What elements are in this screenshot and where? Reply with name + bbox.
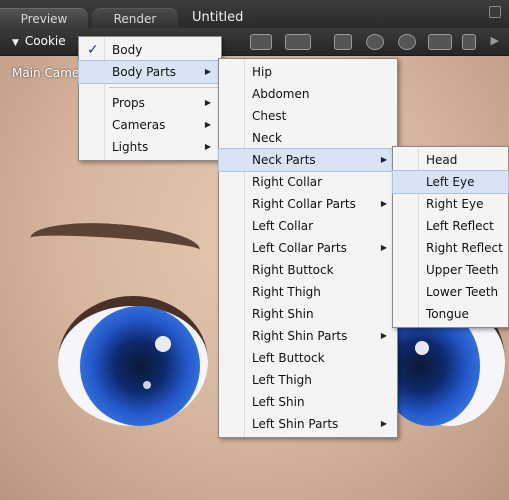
menu-item-label: Upper Teeth [426,263,499,277]
menu-item-left-shin[interactable]: Left Shin [219,391,397,413]
menu-item-label: Chest [252,109,287,123]
menu-item-label: Left Eye [426,175,475,189]
figure-select-menu: ✓ Body Body Parts ▶ Props ▶ Cameras ▶ Li… [78,36,222,161]
menu-item-left-eye[interactable]: Left Eye [392,170,509,194]
menu-item-left-shin-parts[interactable]: Left Shin Parts ▶ [219,413,397,435]
menu-item-body[interactable]: ✓ Body [79,39,221,61]
document-title: Untitled [192,10,244,25]
menu-item-left-reflect[interactable]: Left Reflect [393,215,508,237]
menu-item-label: Lights [112,140,149,154]
dropdown-arrow-icon: ▼ [12,38,19,48]
menu-item-left-collar-parts[interactable]: Left Collar Parts ▶ [219,237,397,259]
character-left-iris [80,306,200,426]
menu-item-left-collar[interactable]: Left Collar [219,215,397,237]
menu-item-label: Left Thigh [252,373,312,387]
menu-item-label: Left Shin [252,395,305,409]
move-z-icon[interactable] [462,34,476,50]
trackball-icon[interactable] [398,34,416,50]
menu-item-cameras[interactable]: Cameras ▶ [79,114,221,136]
camera-selector-label: Cookie [24,34,66,48]
checkmark-icon: ✓ [87,42,99,58]
menu-item-label: Right Collar Parts [252,197,356,211]
menu-item-neck[interactable]: Neck [219,127,397,149]
menu-item-chest[interactable]: Chest [219,105,397,127]
camera-switch-icon[interactable] [285,34,311,50]
menu-item-tongue[interactable]: Tongue [393,303,508,325]
camera-selector[interactable]: ▼ Cookie [12,34,66,48]
menu-item-label: Body Parts [112,65,177,79]
menu-separator [109,87,218,88]
submenu-arrow-icon: ▶ [204,67,211,76]
viewport-toolbar: ▼ Cookie ▶ [0,28,509,56]
eye-highlight-right [415,341,429,355]
menu-item-right-collar-parts[interactable]: Right Collar Parts ▶ [219,193,397,215]
menu-item-label: Neck Parts [252,153,316,167]
menu-item-right-reflect[interactable]: Right Reflect [393,237,508,259]
eye-highlight-small [143,381,151,389]
submenu-arrow-icon: ▶ [380,243,387,252]
menu-item-upper-teeth[interactable]: Upper Teeth [393,259,508,281]
menu-item-label: Tongue [426,307,469,321]
menu-item-abdomen[interactable]: Abdomen [219,83,397,105]
menu-item-right-buttock[interactable]: Right Buttock [219,259,397,281]
tab-render[interactable]: Render [92,8,178,28]
body-parts-menu: Hip Abdomen Chest Neck Neck Parts ▶ Right Coll… [218,58,398,438]
menu-item-label: Hip [252,65,272,79]
submenu-arrow-icon: ▶ [204,120,211,129]
tab-bar: Preview Render Untitled [0,0,509,28]
menu-item-neck-parts[interactable]: Neck Parts ▶ [218,148,398,172]
menu-item-right-shin[interactable]: Right Shin [219,303,397,325]
menu-item-label: Left Collar [252,219,314,233]
menu-item-label: Right Reflect [426,241,503,255]
submenu-arrow-icon: ▶ [204,142,211,151]
neck-parts-menu: Head Left Eye Right Eye Left Reflect Right R… [392,146,509,328]
move-xy-icon[interactable] [428,34,452,50]
window-maximize-icon[interactable] [489,6,501,18]
submenu-arrow-icon: ▶ [380,331,387,340]
camera-icon[interactable] [250,34,272,50]
menu-item-label: Abdomen [252,87,310,101]
menu-item-label: Right Eye [426,197,484,211]
menu-item-label: Left Reflect [426,219,494,233]
menu-item-label: Head [426,153,458,167]
menu-item-label: Left Shin Parts [252,417,339,431]
menu-item-lower-teeth[interactable]: Lower Teeth [393,281,508,303]
menu-item-label: Cameras [112,118,166,132]
menu-item-hip[interactable]: Hip [219,61,397,83]
menu-item-body-parts[interactable]: Body Parts ▶ [78,60,222,84]
menu-item-label: Right Shin [252,307,314,321]
menu-item-label: Right Thigh [252,285,321,299]
menu-item-right-thigh[interactable]: Right Thigh [219,281,397,303]
menu-item-label: Right Collar [252,175,323,189]
menu-item-label: Left Collar Parts [252,241,347,255]
menu-item-head[interactable]: Head [393,149,508,171]
tab-preview[interactable]: Preview [0,8,88,28]
menu-item-label: Props [112,96,145,110]
camera-view-icon[interactable] [334,34,352,50]
menu-item-label: Right Buttock [252,263,334,277]
menu-item-left-buttock[interactable]: Left Buttock [219,347,397,369]
menu-item-label: Right Shin Parts [252,329,348,343]
submenu-arrow-icon: ▶ [204,98,211,107]
menu-item-right-shin-parts[interactable]: Right Shin Parts ▶ [219,325,397,347]
menu-item-left-thigh[interactable]: Left Thigh [219,369,397,391]
submenu-arrow-icon: ▶ [380,155,387,164]
menu-item-right-collar[interactable]: Right Collar [219,171,397,193]
menu-item-label: Left Buttock [252,351,325,365]
menu-item-right-eye[interactable]: Right Eye [393,193,508,215]
eye-highlight [155,336,171,352]
menu-item-label: Body [112,43,143,57]
submenu-arrow-icon: ▶ [380,199,387,208]
toolbar-more-icon[interactable]: ▶ [491,34,499,47]
menu-item-props[interactable]: Props ▶ [79,92,221,114]
menu-item-label: Lower Teeth [426,285,499,299]
submenu-arrow-icon: ▶ [380,419,387,428]
menu-item-label: Neck [252,131,282,145]
character-eyebrow [28,218,202,270]
rotate-icon[interactable] [366,34,384,50]
menu-item-lights[interactable]: Lights ▶ [79,136,221,158]
